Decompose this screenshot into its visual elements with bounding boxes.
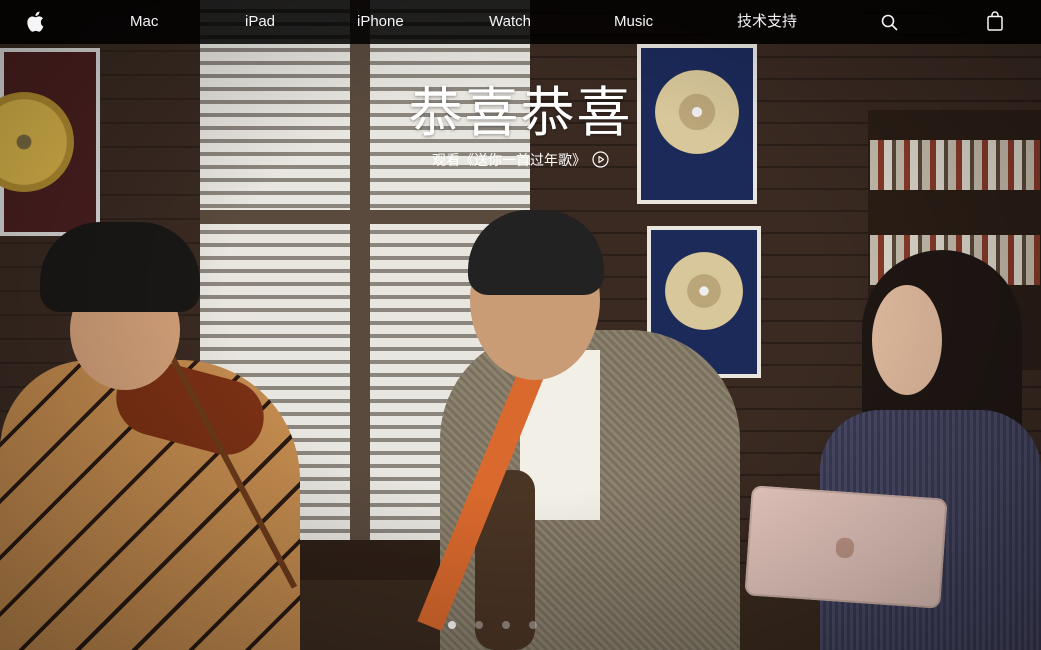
carousel-dot[interactable] [502, 621, 510, 629]
shopping-bag-icon[interactable] [987, 11, 1007, 31]
carousel-pagination [448, 621, 537, 629]
nav-item-music[interactable]: Music [614, 0, 653, 44]
nav-item-mac[interactable]: Mac [130, 0, 158, 44]
watch-video-link[interactable]: 观看《送你一首过年歌》 [432, 151, 609, 171]
apple-logo-icon[interactable] [26, 11, 46, 32]
hero-headline: 恭喜恭喜 [408, 81, 633, 144]
nav-item-iphone[interactable]: iPhone [357, 0, 404, 44]
nav-item-ipad[interactable]: iPad [245, 0, 275, 44]
carousel-dot[interactable] [529, 621, 537, 629]
watch-video-label: 观看《送你一首过年歌》 [432, 152, 586, 168]
carousel-dot[interactable] [475, 621, 483, 629]
hero-cta: 观看《送你一首过年歌》 [0, 150, 1041, 171]
carousel-dot[interactable] [448, 621, 456, 629]
nav-item-watch[interactable]: Watch [489, 0, 531, 44]
global-nav: Mac iPad iPhone Watch Music 技术支持 [0, 0, 1041, 44]
search-icon[interactable] [881, 14, 901, 34]
play-circle-icon [592, 151, 609, 171]
nav-item-support[interactable]: 技术支持 [737, 0, 797, 44]
